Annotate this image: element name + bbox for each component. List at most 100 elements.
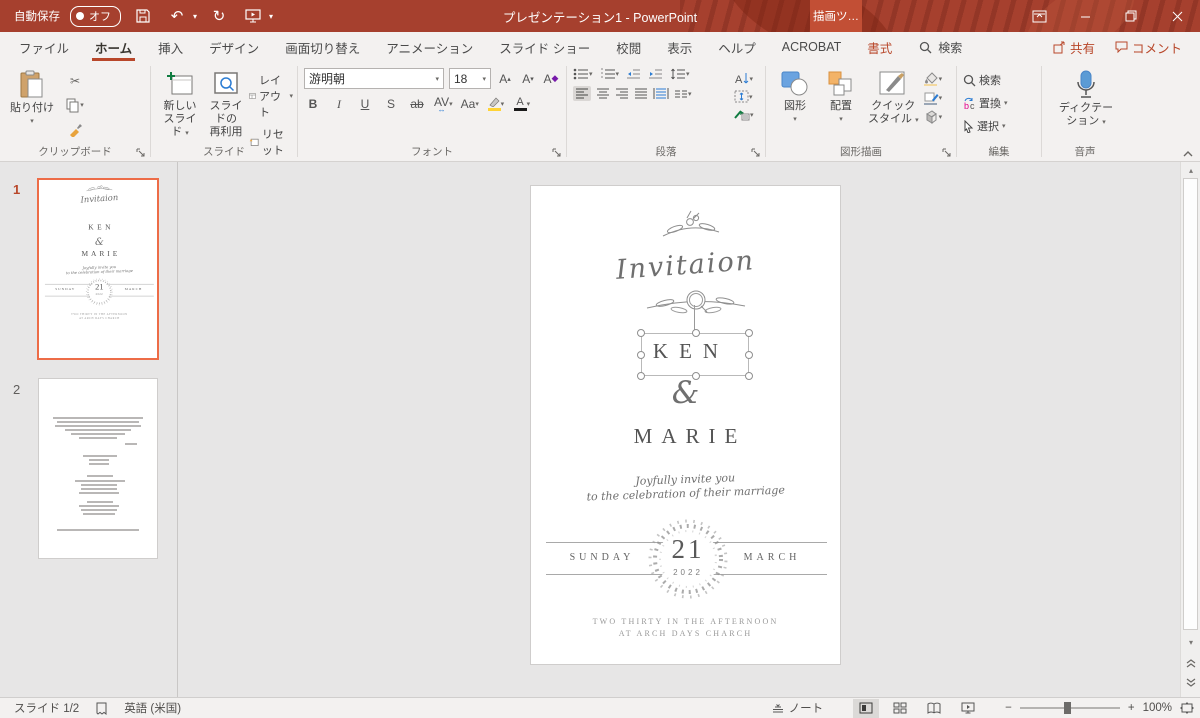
font-color-button[interactable]: A ▾ xyxy=(513,95,531,113)
autosave-toggle[interactable]: オフ xyxy=(70,6,121,27)
shape-effects-button[interactable]: ▾ xyxy=(923,110,943,124)
tab-transitions[interactable]: 画面切り替え xyxy=(272,32,373,62)
zoom-level[interactable]: 100% xyxy=(1143,702,1172,714)
notes-toggle[interactable]: ノート xyxy=(771,700,824,716)
strikethrough-button[interactable]: ab xyxy=(408,95,426,113)
distribute-button[interactable] xyxy=(653,88,669,99)
zoom-in-button[interactable]: + xyxy=(1128,702,1135,714)
font-size-combo[interactable]: 18 ▾ xyxy=(449,68,491,89)
comments-button[interactable]: コメント xyxy=(1107,35,1190,60)
month-text[interactable]: MARCH xyxy=(729,552,815,563)
share-button[interactable]: 共有 xyxy=(1045,35,1103,60)
ribbon-display-options-button[interactable] xyxy=(1016,0,1062,32)
undo-button[interactable]: ↶ xyxy=(165,4,189,28)
change-case-button[interactable]: Aa▾ xyxy=(461,95,479,113)
redo-button[interactable]: ↻ xyxy=(207,4,231,28)
normal-view-button[interactable] xyxy=(853,699,879,718)
resize-handle-n[interactable] xyxy=(692,329,700,337)
clipboard-dialog-launcher[interactable] xyxy=(135,147,147,159)
increase-indent-button[interactable] xyxy=(648,68,663,80)
tab-slideshow[interactable]: スライド ショー xyxy=(486,32,603,62)
highlight-color-button[interactable]: ▾ xyxy=(487,95,505,113)
zoom-out-button[interactable]: − xyxy=(1005,702,1012,714)
year-text[interactable]: 2022 xyxy=(645,568,731,577)
new-slide-button[interactable]: 新しい スライド ▾ xyxy=(157,68,203,142)
align-right-button[interactable] xyxy=(615,88,629,99)
shrink-font-button[interactable]: A▾ xyxy=(519,70,537,88)
bride-name-text[interactable]: MARIE xyxy=(531,424,840,449)
search-box[interactable]: 検索 xyxy=(905,32,976,62)
resize-handle-ne[interactable] xyxy=(745,329,753,337)
align-left-button[interactable] xyxy=(573,86,591,101)
dictation-button[interactable]: ディクテー ション ▾ xyxy=(1055,68,1117,131)
replace-button[interactable]: bc 置換▾ xyxy=(963,95,1008,111)
scroll-down-button[interactable]: ▾ xyxy=(1181,634,1200,650)
paste-button[interactable]: 貼り付け ▾ xyxy=(6,68,58,127)
slide-editor[interactable]: Invitaion KEN & MARIE Joyfully invite yo… xyxy=(530,185,841,665)
grow-font-button[interactable]: A▴ xyxy=(496,70,514,88)
zoom-slider[interactable] xyxy=(1020,707,1120,709)
drawing-dialog-launcher[interactable] xyxy=(941,147,953,159)
reading-view-button[interactable] xyxy=(921,699,947,718)
shape-fill-button[interactable]: ▾ xyxy=(923,72,943,86)
arrange-button[interactable]: 配置 ▾ xyxy=(818,68,864,125)
next-slide-button[interactable] xyxy=(1181,675,1200,691)
start-slideshow-button[interactable] xyxy=(241,4,265,28)
italic-button[interactable]: I xyxy=(330,95,348,113)
minimize-button[interactable] xyxy=(1062,0,1108,32)
fit-slide-to-window-button[interactable] xyxy=(1180,702,1194,714)
tab-design[interactable]: デザイン xyxy=(196,32,272,62)
align-text-button[interactable]: ▾ xyxy=(733,90,754,103)
previous-slide-button[interactable] xyxy=(1181,655,1200,671)
reuse-slides-button[interactable]: スライドの 再利用 xyxy=(203,68,249,141)
scroll-up-button[interactable]: ▴ xyxy=(1181,162,1200,178)
line-spacing-button[interactable]: ▾ xyxy=(670,68,690,80)
columns-button[interactable]: ▾ xyxy=(674,89,692,99)
time-place-text[interactable]: TWO THIRTY IN THE AFTERNOON AT ARCH DAYS… xyxy=(531,616,840,640)
numbering-button[interactable]: ▾ xyxy=(600,68,620,80)
scrollbar-thumb[interactable] xyxy=(1183,178,1198,630)
shape-outline-button[interactable]: ▾ xyxy=(923,91,943,105)
tab-review[interactable]: 校閲 xyxy=(603,32,654,62)
invitation-title[interactable]: Invitaion xyxy=(530,239,840,291)
character-spacing-button[interactable]: AV↔▾ xyxy=(434,95,453,113)
format-painter-button[interactable] xyxy=(66,120,84,138)
tab-acrobat[interactable]: ACROBAT xyxy=(769,32,855,62)
tab-insert[interactable]: 挿入 xyxy=(145,32,196,62)
bullets-button[interactable]: ▾ xyxy=(573,68,593,80)
font-family-combo[interactable]: 游明朝 ▾ xyxy=(304,68,444,89)
slide1-thumbnail[interactable]: Invitaion KEN & MARIE Joyfully invite yo… xyxy=(37,178,159,360)
select-button[interactable]: 選択▾ xyxy=(963,118,1008,134)
convert-smartart-button[interactable]: ▾ xyxy=(733,108,754,121)
tab-file[interactable]: ファイル xyxy=(6,32,82,62)
clear-formatting-button[interactable]: A◆ xyxy=(542,70,560,88)
slide2-thumbnail[interactable] xyxy=(38,378,158,559)
tab-home[interactable]: ホーム xyxy=(82,32,145,62)
underline-button[interactable]: U xyxy=(356,95,374,113)
text-shadow-button[interactable]: S xyxy=(382,95,400,113)
slideshow-view-button[interactable] xyxy=(955,699,981,718)
zoom-slider-thumb[interactable] xyxy=(1064,702,1071,714)
cut-button[interactable]: ✂ xyxy=(66,72,84,90)
language-indicator[interactable]: 英語 (米国) xyxy=(124,700,181,716)
tab-animations[interactable]: アニメーション xyxy=(373,32,486,62)
text-direction-button[interactable]: A▾ xyxy=(733,72,754,85)
slide-canvas[interactable]: Invitaion KEN & MARIE Joyfully invite yo… xyxy=(178,162,1180,697)
tab-view[interactable]: 表示 xyxy=(654,32,705,62)
decrease-indent-button[interactable] xyxy=(626,68,641,80)
collapse-ribbon-button[interactable] xyxy=(1182,148,1194,158)
date-number-text[interactable]: 21 xyxy=(645,534,731,565)
bold-button[interactable]: B xyxy=(304,95,322,113)
resize-handle-nw[interactable] xyxy=(637,329,645,337)
find-button[interactable]: 検索 xyxy=(963,72,1008,88)
close-button[interactable] xyxy=(1154,0,1200,32)
groom-name-text[interactable]: KEN xyxy=(531,339,840,364)
drawing-tools-context-tab[interactable]: 描画ツ… xyxy=(810,0,862,32)
restore-button[interactable] xyxy=(1108,0,1154,32)
save-button[interactable] xyxy=(131,4,155,28)
paragraph-dialog-launcher[interactable] xyxy=(750,147,762,159)
slide-sorter-view-button[interactable] xyxy=(887,699,913,718)
tab-format-contextual[interactable]: 書式 xyxy=(854,32,905,62)
shapes-button[interactable]: 図形 ▾ xyxy=(772,68,818,125)
invite-script-text[interactable]: Joyfully invite you to the celebration o… xyxy=(531,468,841,507)
